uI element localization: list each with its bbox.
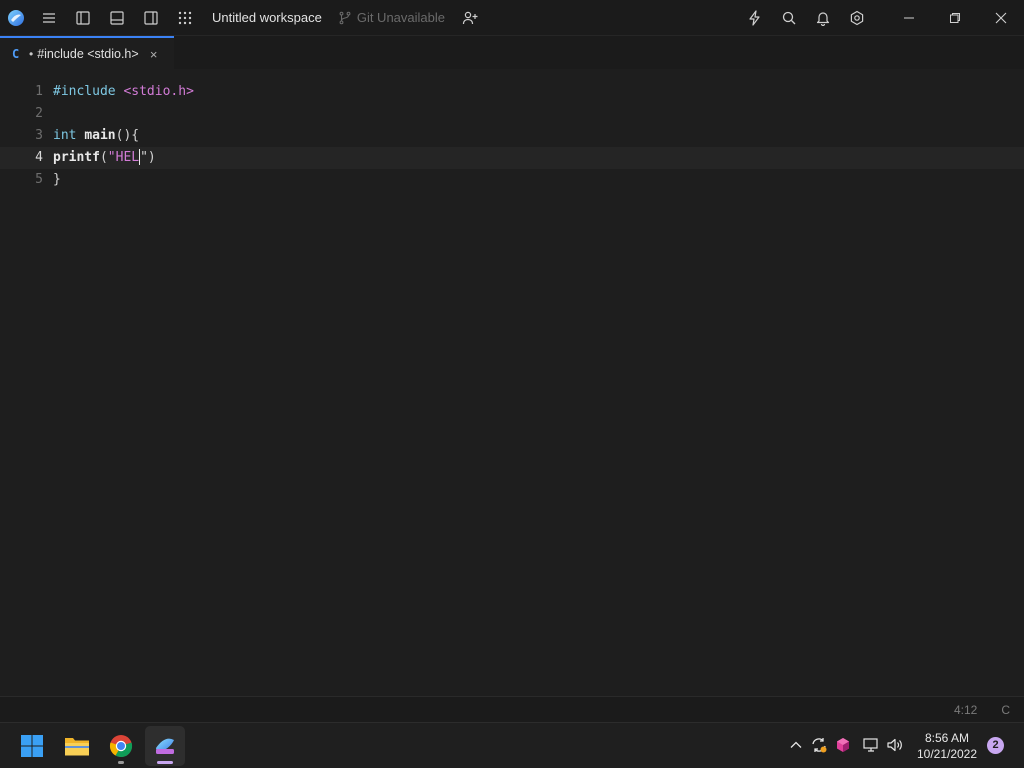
code-token: ( — [99, 150, 108, 165]
taskbar: 8:56 AM 10/21/2022 2 — [0, 722, 1024, 768]
toggle-right-panel-button[interactable] — [134, 0, 168, 35]
code-line[interactable]: 2 — [0, 103, 1024, 125]
toggle-bottom-panel-button[interactable] — [100, 0, 134, 35]
line-number: 4 — [35, 150, 43, 165]
c-language-icon: C — [12, 47, 20, 61]
bell-icon — [816, 11, 830, 26]
menu-icon — [43, 12, 55, 23]
code-editor-taskbar-button[interactable] — [145, 726, 185, 766]
app-logo-icon — [8, 9, 24, 26]
code-token: <stdio.h> — [123, 84, 194, 99]
network-tray-button[interactable] — [860, 734, 882, 756]
line-number: 3 — [35, 128, 43, 143]
line-number: 1 — [35, 84, 43, 99]
settings-icon — [850, 10, 864, 25]
editor-app-icon — [156, 738, 174, 754]
lightning-button[interactable] — [738, 0, 772, 35]
add-person-icon — [462, 11, 478, 24]
code-token: } — [53, 172, 61, 187]
lightning-icon — [749, 9, 760, 26]
clock-time: 8:56 AM — [924, 731, 970, 745]
network-icon — [863, 738, 878, 752]
start-button[interactable] — [12, 726, 52, 766]
cube-app-icon — [837, 738, 849, 752]
settings-button[interactable] — [840, 0, 874, 35]
search-button[interactable] — [772, 0, 806, 35]
code-line[interactable]: 3 int main(){ — [0, 125, 1024, 147]
toggle-left-panel-button[interactable] — [66, 0, 100, 35]
line-code: } — [53, 169, 61, 191]
title-bar: Untitled workspace Git Unavailable — [0, 0, 1024, 35]
volume-tray-button[interactable] — [884, 734, 906, 756]
folder-icon — [65, 738, 89, 756]
notification-badge[interactable]: 2 — [987, 737, 1004, 754]
tray-overflow-button[interactable] — [785, 734, 807, 756]
chrome-icon — [109, 735, 133, 758]
line-number: 2 — [35, 106, 43, 121]
modified-indicator: • — [29, 47, 34, 61]
cursor-position[interactable]: 4:12 — [954, 703, 977, 717]
running-indicator — [118, 761, 124, 764]
code-token: main — [84, 128, 116, 143]
code-token: #include — [53, 84, 116, 99]
code-editor[interactable]: 1 #include <stdio.h> 2 3 int main(){4 printf(… — [0, 69, 1024, 696]
toggle-bottom-panel-icon — [110, 10, 124, 25]
sync-tray-button[interactable] — [808, 734, 830, 756]
minimize-button[interactable] — [886, 0, 932, 35]
workspace-title[interactable]: Untitled workspace — [212, 10, 322, 25]
code-token: int — [53, 128, 77, 143]
apps-grid-icon — [178, 11, 192, 24]
git-branch-icon — [339, 11, 351, 24]
tab-close-icon[interactable]: × — [148, 47, 160, 62]
restore-icon — [950, 12, 960, 23]
windows-logo-icon — [21, 735, 43, 757]
tab-title: #include <stdio.h> — [37, 47, 139, 61]
toggle-right-panel-icon — [144, 10, 158, 25]
line-code: int main(){ — [53, 125, 139, 147]
code-token: "HEL — [107, 150, 140, 165]
restore-button[interactable] — [932, 0, 978, 35]
code-token: ") — [140, 150, 156, 165]
line-code: #include <stdio.h> — [53, 81, 194, 103]
share-button[interactable] — [453, 0, 487, 35]
code-token: (){ — [115, 128, 140, 143]
app-logo[interactable] — [0, 0, 32, 35]
search-icon — [782, 11, 796, 24]
clock[interactable]: 8:56 AM 10/21/2022 — [912, 730, 982, 762]
close-icon — [995, 12, 1007, 23]
code-token: printf — [53, 150, 100, 165]
language-mode[interactable]: C — [1001, 703, 1010, 717]
git-status[interactable]: Git Unavailable — [338, 10, 445, 25]
status-bar: 4:12 C — [0, 696, 1024, 722]
volume-icon — [887, 738, 902, 752]
chrome-button[interactable] — [101, 726, 141, 766]
code-line[interactable]: 5} — [0, 169, 1024, 191]
chevron-up-icon — [790, 741, 802, 748]
tab-stdio[interactable]: C • #include <stdio.h> × — [0, 36, 174, 70]
line-code: printf("HEL") — [53, 147, 156, 169]
tab-bar: C • #include <stdio.h> × — [0, 35, 1024, 70]
line-number: 5 — [35, 172, 43, 187]
file-explorer-button[interactable] — [57, 726, 97, 766]
apps-grid-button[interactable] — [168, 0, 202, 35]
code-line[interactable]: 1 #include <stdio.h> — [0, 81, 1024, 103]
active-indicator — [157, 761, 173, 764]
sync-icon — [812, 738, 827, 753]
minimize-icon — [904, 17, 914, 18]
toggle-left-panel-icon — [76, 10, 90, 25]
code-line[interactable]: 4 printf("HEL") — [0, 147, 1024, 169]
git-status-label: Git Unavailable — [356, 10, 445, 25]
app-tray-button[interactable] — [832, 734, 854, 756]
menu-button[interactable] — [32, 0, 66, 35]
close-window-button[interactable] — [978, 0, 1024, 35]
clock-date: 10/21/2022 — [916, 747, 978, 761]
notifications-button[interactable] — [806, 0, 840, 35]
